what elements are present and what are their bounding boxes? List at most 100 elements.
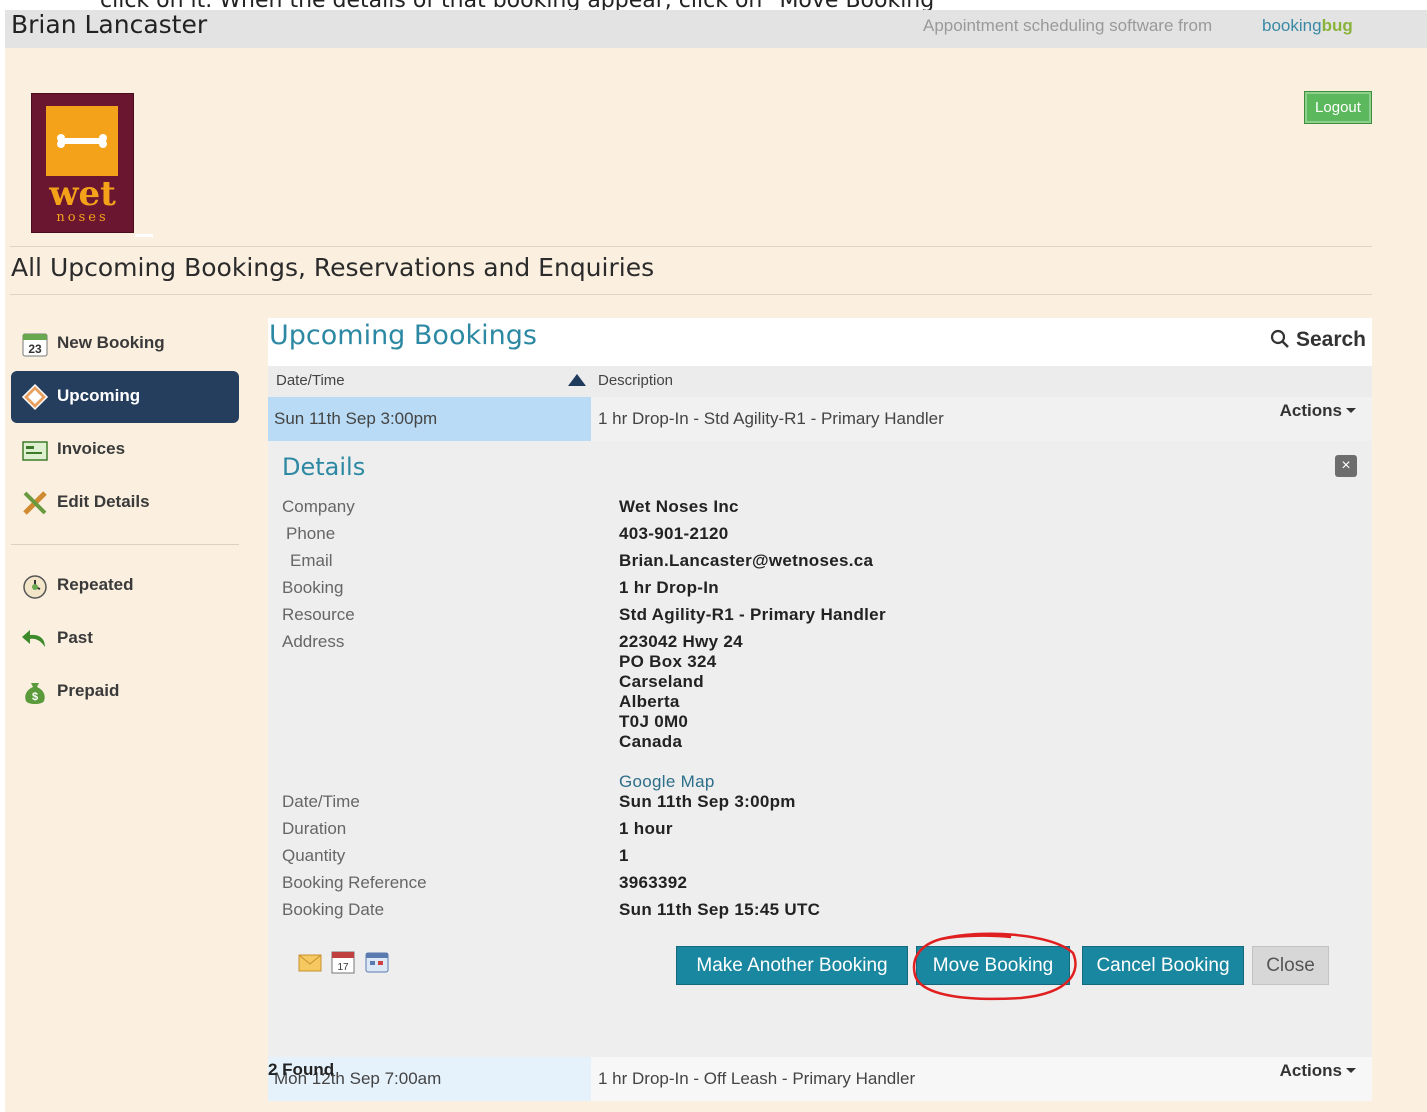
value-resource: Std Agility-R1 - Primary Handler bbox=[619, 605, 886, 624]
bookings-title: Upcoming Bookings bbox=[269, 320, 537, 351]
google-calendar-icon[interactable] bbox=[364, 949, 390, 975]
sidebar-item-label: Prepaid bbox=[57, 681, 120, 700]
sidebar-item-prepaid[interactable]: $ Prepaid bbox=[11, 666, 239, 718]
brand-part-booking: booking bbox=[1262, 16, 1322, 35]
column-header-label: Date/Time bbox=[276, 372, 345, 389]
value-company: Wet Noses Inc bbox=[619, 497, 739, 516]
bookingbug-link[interactable]: bookingbug bbox=[1262, 16, 1353, 36]
undo-arrow-icon bbox=[22, 630, 45, 647]
label-company: Company bbox=[282, 497, 355, 516]
envelope-icon bbox=[298, 954, 322, 972]
bookmark-icon bbox=[21, 383, 49, 411]
search-icon bbox=[1270, 329, 1289, 348]
sidebar-divider bbox=[11, 544, 239, 545]
cancel-booking-button[interactable]: Cancel Booking bbox=[1082, 946, 1244, 985]
address-line: Carseland bbox=[619, 672, 704, 691]
make-another-booking-button[interactable]: Make Another Booking bbox=[676, 946, 908, 985]
sidebar-item-label: Past bbox=[57, 628, 93, 647]
logo-underline bbox=[135, 234, 153, 237]
value-address: 223042 Hwy 24 PO Box 324 Carseland Alber… bbox=[619, 632, 743, 752]
top-bar: Brian Lancaster Appointment scheduling s… bbox=[5, 10, 1427, 48]
value-email: Brian.Lancaster@wetnoses.ca bbox=[619, 551, 874, 570]
close-icon[interactable]: × bbox=[1335, 455, 1357, 477]
label-booking: Booking bbox=[282, 578, 344, 597]
sidebar-item-label: Repeated bbox=[57, 575, 134, 594]
google-map-link[interactable]: Google Map bbox=[619, 772, 715, 792]
label-quantity: Quantity bbox=[282, 846, 346, 865]
calendar-day: 23 bbox=[28, 342, 42, 356]
label-address: Address bbox=[282, 632, 345, 651]
pencil-icon bbox=[23, 491, 47, 515]
label-reference: Booking Reference bbox=[282, 873, 427, 892]
sidebar-item-new-booking[interactable]: 23 New Booking bbox=[11, 318, 239, 370]
bookings-panel: Upcoming Bookings Search Date/Time Descr… bbox=[268, 318, 1372, 1101]
value-phone: 403-901-2120 bbox=[619, 524, 729, 543]
search-label: Search bbox=[1295, 328, 1366, 351]
value-booking-date: Sun 11th Sep 15:45 UTC bbox=[619, 900, 821, 919]
sidebar-item-label: Invoices bbox=[57, 439, 126, 458]
address-line: T0J 0M0 bbox=[619, 712, 689, 731]
row-datetime: Sun 11th Sep 3:00pm bbox=[268, 397, 591, 441]
address-line: Alberta bbox=[619, 692, 680, 711]
invoice-icon bbox=[22, 441, 48, 461]
label-email: Email bbox=[290, 551, 333, 570]
sidebar-item-edit-details[interactable]: Edit Details bbox=[11, 477, 239, 529]
details-title: Details bbox=[282, 453, 366, 481]
sidebar-item-label: Upcoming bbox=[57, 386, 141, 405]
sidebar-item-past[interactable]: Past bbox=[11, 613, 239, 665]
logo-bone-box bbox=[46, 106, 118, 176]
sidebar-item-repeated[interactable]: Repeated bbox=[11, 560, 239, 612]
column-header-description[interactable]: Description bbox=[591, 366, 1372, 397]
results-count: 2 Found bbox=[268, 1060, 335, 1079]
divider bbox=[10, 246, 1372, 247]
caret-down-icon bbox=[1346, 408, 1356, 413]
sidebar-item-label: New Booking bbox=[57, 333, 165, 352]
value-duration: 1 hour bbox=[619, 819, 673, 838]
column-header-datetime[interactable]: Date/Time bbox=[268, 366, 591, 397]
row-description: 1 hr Drop-In - Off Leash - Primary Handl… bbox=[591, 1057, 1372, 1101]
value-reference: 3963392 bbox=[619, 873, 688, 892]
address-line: PO Box 324 bbox=[619, 652, 717, 671]
address-line: 223042 Hwy 24 bbox=[619, 632, 743, 651]
actions-dropdown[interactable]: Actions bbox=[1280, 401, 1356, 421]
column-header-label: Description bbox=[598, 372, 674, 389]
logo-sub: noses bbox=[56, 210, 109, 225]
actions-dropdown[interactable]: Actions bbox=[1280, 1061, 1356, 1081]
search-button[interactable]: Search bbox=[1270, 328, 1366, 352]
highlight-circle bbox=[912, 932, 1077, 1001]
label-duration: Duration bbox=[282, 819, 347, 838]
svg-text:$: $ bbox=[32, 691, 38, 703]
calendar-export-icons: 17 bbox=[297, 949, 393, 975]
label-datetime: Date/Time bbox=[282, 792, 360, 811]
brand-part-bug: bug bbox=[1321, 16, 1353, 35]
table-row[interactable]: Mon 12th Sep 7:00am 1 hr Drop-In - Off L… bbox=[268, 1057, 1372, 1101]
sidebar-item-upcoming[interactable]: Upcoming bbox=[11, 371, 239, 423]
sort-ascending-icon bbox=[568, 374, 586, 386]
user-name: Brian Lancaster bbox=[11, 10, 208, 39]
label-booking-date: Booking Date bbox=[282, 900, 385, 919]
close-button[interactable]: Close bbox=[1252, 946, 1329, 985]
page-body: wet noses Logout All Upcoming Bookings, … bbox=[5, 48, 1427, 1112]
calendar-icon-day: 17 bbox=[338, 962, 350, 973]
ical-calendar-icon[interactable]: 17 bbox=[330, 949, 356, 975]
value-booking: 1 hr Drop-In bbox=[619, 578, 719, 597]
bone-icon bbox=[57, 134, 107, 148]
table-row[interactable]: Sun 11th Sep 3:00pm 1 hr Drop-In - Std A… bbox=[268, 397, 1372, 441]
powered-by-text: Appointment scheduling software from bbox=[923, 16, 1213, 35]
label-phone: Phone bbox=[286, 524, 336, 543]
divider bbox=[10, 294, 1372, 295]
clock-icon bbox=[23, 575, 47, 599]
label-resource: Resource bbox=[282, 605, 355, 624]
logout-button[interactable]: Logout bbox=[1304, 91, 1372, 124]
actions-label: Actions bbox=[1279, 1061, 1342, 1080]
outlook-calendar-icon[interactable] bbox=[297, 949, 323, 975]
value-quantity: 1 bbox=[619, 846, 629, 865]
actions-label: Actions bbox=[1279, 401, 1342, 420]
calendar-day-icon: 17 bbox=[331, 951, 355, 974]
wet-noses-logo: wet noses bbox=[31, 93, 134, 233]
logo-word: wet bbox=[49, 174, 116, 214]
booking-details: Details × Company Wet Noses Inc Phone 40… bbox=[268, 441, 1372, 1057]
sidebar-item-invoices[interactable]: Invoices bbox=[11, 424, 239, 476]
value-datetime: Sun 11th Sep 3:00pm bbox=[619, 792, 796, 811]
caret-down-icon bbox=[1346, 1068, 1356, 1073]
